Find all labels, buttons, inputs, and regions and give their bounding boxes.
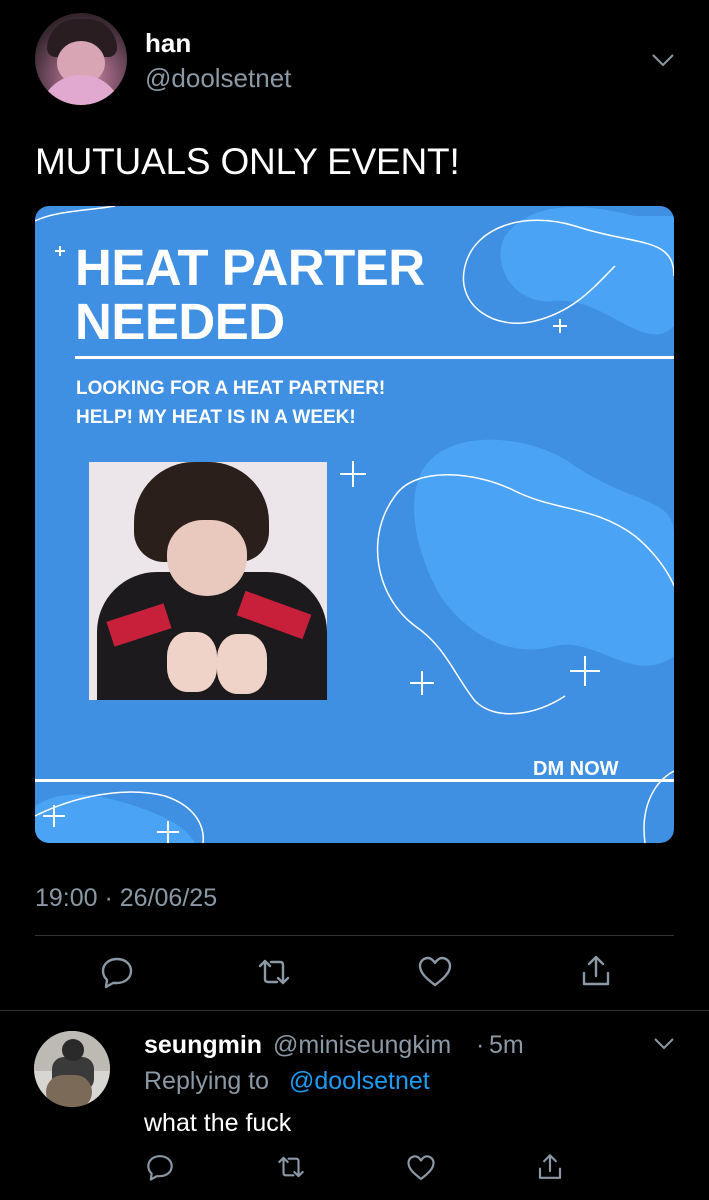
reply-author-display-name[interactable]: seungmin [144,1031,262,1060]
reply-icon[interactable] [145,1152,175,1182]
share-icon[interactable] [535,1152,565,1182]
tweet-timestamp[interactable]: 19:00 · 26/06/25 [35,884,217,913]
card-cta-text: DM NOW [533,758,619,780]
card-headline-line2: NEEDED [75,293,285,350]
retweet-icon[interactable] [256,954,292,990]
retweet-icon[interactable] [276,1152,306,1182]
author-handle[interactable]: @doolsetnet [145,63,291,94]
like-icon[interactable] [417,954,453,990]
divider [35,935,674,936]
author-display-name[interactable]: han [145,28,191,59]
replying-to-label: Replying to [144,1067,270,1095]
author-avatar[interactable] [35,13,127,105]
card-headline-line1: HEAT PARTER [75,239,425,296]
tweet-text: MUTUALS ONLY EVENT! [35,141,460,182]
reply-separator: · [476,1031,485,1059]
reply-icon[interactable] [99,954,135,990]
card-subtext-line2: HELP! MY HEAT IS IN A WEEK! [76,407,356,428]
reply-author-handle[interactable]: @miniseungkim [273,1031,451,1060]
tweet-media-image[interactable]: HEAT PARTER NEEDED LOOKING FOR A HEAT PA… [35,206,674,843]
reply-author-avatar[interactable] [34,1031,110,1107]
chevron-down-icon[interactable] [651,52,675,68]
like-icon[interactable] [406,1153,436,1183]
card-subtext: LOOKING FOR A HEAT PARTNER! HELP! MY HEA… [76,374,385,432]
reply-text: what the fuck [144,1109,292,1137]
divider [0,1010,709,1011]
chevron-down-icon[interactable] [653,1037,675,1051]
share-icon[interactable] [578,953,614,989]
replying-to-handle[interactable]: @doolsetnet [289,1067,430,1096]
card-headline: HEAT PARTER NEEDED [75,241,425,349]
card-photo [89,462,327,700]
reply-time[interactable]: 5m [489,1031,524,1060]
card-subtext-line1: LOOKING FOR A HEAT PARTNER! [76,378,386,399]
